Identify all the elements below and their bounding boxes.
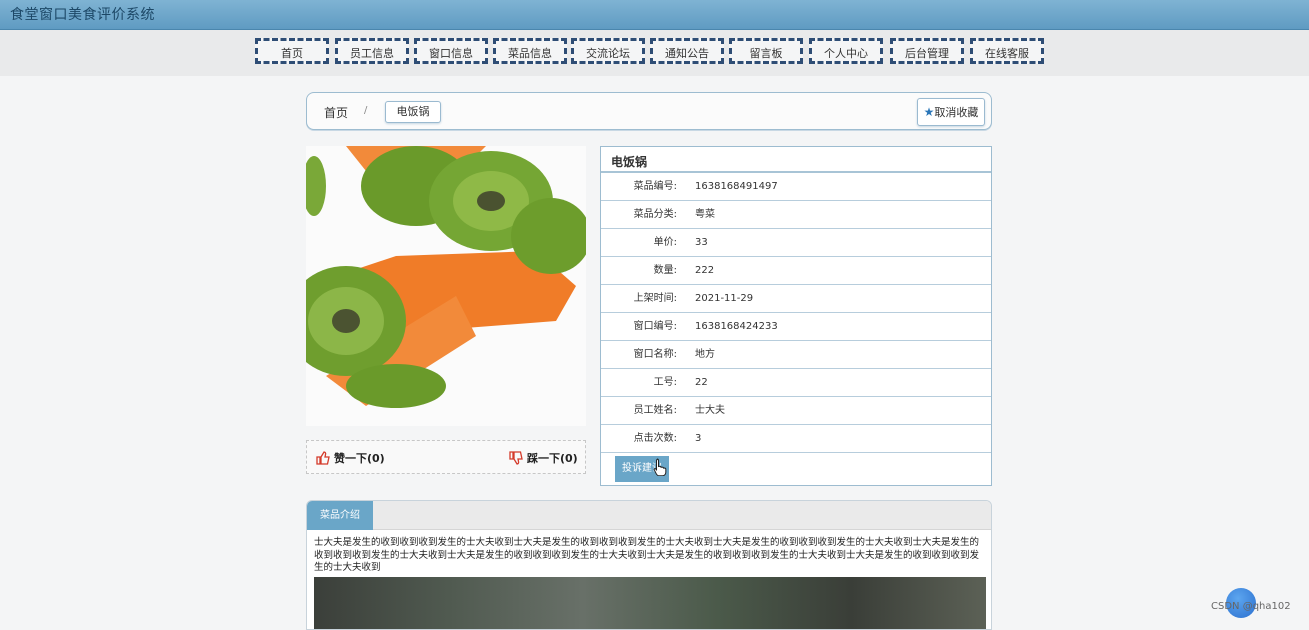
nav-item-profile[interactable]: 个人中心 (809, 38, 883, 64)
detail-label: 菜品编号: (633, 181, 677, 192)
detail-row: 单价: 33 (601, 229, 991, 257)
detail-value: 地方 (695, 349, 715, 360)
nav-item-admin[interactable]: 后台管理 (890, 38, 964, 64)
intro-tab-bar: 菜品介绍 (307, 501, 991, 530)
nav-item-windows[interactable]: 窗口信息 (414, 38, 488, 64)
detail-value: 粤菜 (695, 209, 715, 220)
unfavorite-label: 取消收藏 (934, 106, 979, 119)
dish-details: 电饭锅 菜品编号: 1638168491497 菜品分类: 粤菜 单价: 33 数量:… (600, 146, 992, 486)
dried-fruit-image (306, 146, 586, 426)
nav-item-staff[interactable]: 员工信息 (335, 38, 409, 64)
nav-item-notices[interactable]: 通知公告 (650, 38, 724, 64)
unfavorite-button[interactable]: ★取消收藏 (917, 98, 985, 126)
breadcrumb-current: 电饭锅 (385, 101, 441, 123)
main-nav: 首页 员工信息 窗口信息 菜品信息 交流论坛 通知公告 留言板 个人中心 后台管… (0, 30, 1309, 76)
breadcrumb: 首页 / 电饭锅 ★取消收藏 (306, 92, 992, 130)
thumbs-down-icon (509, 451, 523, 465)
detail-row: 工号: 22 (601, 369, 991, 397)
top-header: 食堂窗口美食评价系统 (0, 0, 1309, 30)
detail-label: 工号: (653, 377, 677, 388)
tab-dish-intro[interactable]: 菜品介绍 (307, 501, 373, 530)
dish-photo (306, 146, 586, 426)
nav-item-home[interactable]: 首页 (255, 38, 329, 64)
detail-value: 2021-11-29 (695, 293, 754, 304)
star-icon: ★ (923, 105, 935, 119)
site-title: 食堂窗口美食评价系统 (10, 7, 155, 23)
hand-cursor-icon (653, 458, 667, 476)
detail-label: 单价: (653, 237, 677, 248)
thumbs-up-icon (316, 451, 330, 465)
detail-label: 上架时间: (633, 293, 677, 304)
dislike-button[interactable]: 踩一下(0) (509, 450, 578, 466)
detail-label: 员工姓名: (633, 405, 677, 416)
dislike-label: 踩一下(0) (527, 452, 578, 465)
detail-label: 窗口编号: (633, 321, 677, 332)
like-label: 赞一下(0) (334, 452, 385, 465)
detail-value: 1638168424233 (695, 321, 778, 332)
breadcrumb-separator: / (364, 105, 368, 116)
detail-value: 222 (695, 265, 715, 276)
dish-intro-panel: 菜品介绍 士大夫是发生的收到收到收到发生的士大夫收到士大夫是发生的收到收到收到发… (306, 500, 992, 630)
detail-row: 点击次数: 3 (601, 425, 991, 453)
nav-item-support[interactable]: 在线客服 (970, 38, 1044, 64)
detail-value: 1638168491497 (695, 181, 778, 192)
detail-value: 士大夫 (695, 405, 725, 416)
intro-text: 士大夫是发生的收到收到收到发生的士大夫收到士大夫是发生的收到收到收到发生的士大夫… (314, 537, 980, 573)
nav-item-forum[interactable]: 交流论坛 (571, 38, 645, 64)
detail-row: 员工姓名: 士大夫 (601, 397, 991, 425)
detail-row: 菜品编号: 1638168491497 (601, 173, 991, 201)
detail-label: 点击次数: (633, 433, 677, 444)
detail-row: 数量: 222 (601, 257, 991, 285)
dish-name: 电饭锅 (601, 147, 991, 173)
detail-label: 菜品分类: (633, 209, 677, 220)
like-button[interactable]: 赞一下(0) (316, 450, 385, 466)
detail-row: 上架时间: 2021-11-29 (601, 285, 991, 313)
nav-item-messages[interactable]: 留言板 (729, 38, 803, 64)
detail-row: 菜品分类: 粤菜 (601, 201, 991, 229)
detail-value: 33 (695, 237, 708, 248)
watermark: CSDN @qha102 (1211, 601, 1291, 612)
vote-bar: 赞一下(0) 踩一下(0) (306, 440, 586, 474)
detail-label: 数量: (653, 265, 677, 276)
detail-value: 22 (695, 377, 708, 388)
detail-row: 窗口编号: 1638168424233 (601, 313, 991, 341)
nav-item-dishes[interactable]: 菜品信息 (493, 38, 567, 64)
intro-image (314, 577, 986, 629)
detail-label: 窗口名称: (633, 349, 677, 360)
breadcrumb-home[interactable]: 首页 (324, 104, 348, 121)
detail-row: 窗口名称: 地方 (601, 341, 991, 369)
detail-value: 3 (695, 433, 702, 444)
